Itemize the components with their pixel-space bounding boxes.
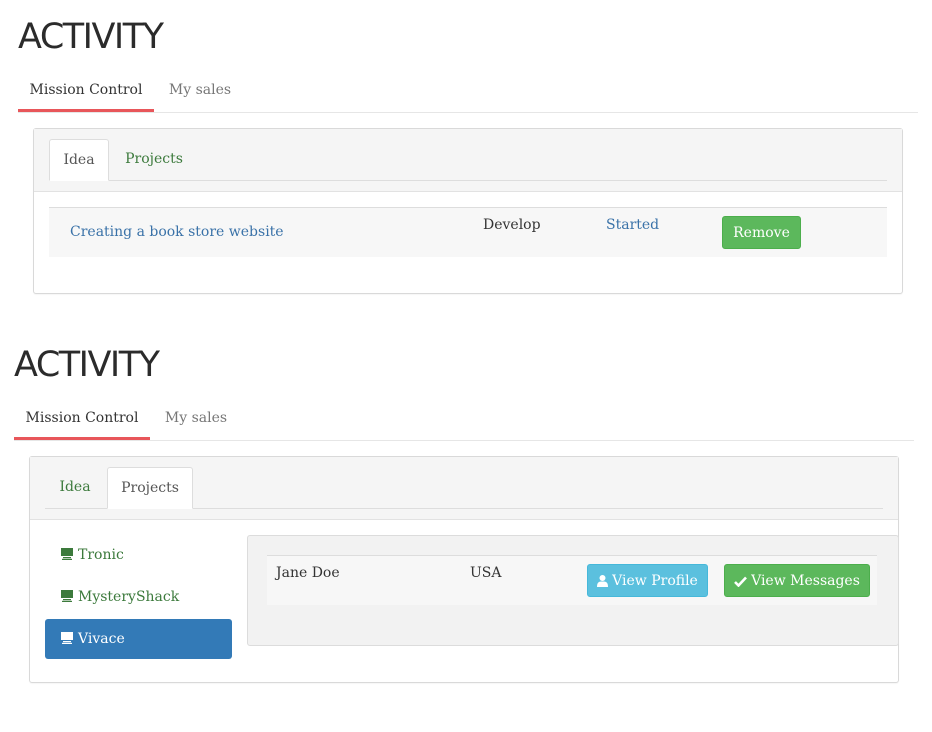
tab-mission-control[interactable]: Mission Control bbox=[14, 404, 150, 440]
table-row: Jane Doe USA View Profile View Messages bbox=[267, 555, 877, 605]
activity-panel: Idea Projects Creating a book store webs… bbox=[33, 128, 903, 294]
tab-idea[interactable]: Idea bbox=[49, 139, 109, 181]
top-tabs: Mission Control My sales bbox=[14, 404, 914, 441]
project-detail-well: Jane Doe USA View Profile View Messages bbox=[247, 535, 899, 646]
activity-panel: Idea Projects Tronic MysteryShack Vivace… bbox=[29, 456, 899, 683]
inner-tabs: Idea Projects bbox=[49, 139, 887, 181]
monitor-icon bbox=[61, 632, 73, 644]
view-profile-label: View Profile bbox=[612, 573, 698, 589]
member-country: USA bbox=[470, 565, 502, 581]
tab-my-sales[interactable]: My sales bbox=[154, 404, 238, 439]
remove-button[interactable]: Remove bbox=[722, 216, 801, 249]
project-label: MysteryShack bbox=[78, 589, 180, 605]
project-item-mysteryshack[interactable]: MysteryShack bbox=[45, 577, 232, 617]
table-row: Creating a book store website Develop St… bbox=[49, 207, 887, 257]
project-label: Vivace bbox=[78, 631, 125, 647]
view-messages-label: View Messages bbox=[751, 573, 860, 589]
panel-heading: Idea Projects bbox=[30, 457, 898, 520]
check-icon bbox=[734, 576, 748, 587]
activity-section-1: ACTIVITY Mission Control My sales Idea P… bbox=[0, 0, 932, 300]
tab-idea[interactable]: Idea bbox=[45, 467, 105, 508]
idea-type: Develop bbox=[483, 217, 541, 233]
view-profile-button[interactable]: View Profile bbox=[587, 564, 708, 597]
tab-mission-control[interactable]: Mission Control bbox=[18, 76, 154, 112]
project-item-vivace[interactable]: Vivace bbox=[45, 619, 232, 659]
inner-tabs: Idea Projects bbox=[45, 467, 883, 509]
monitor-icon bbox=[61, 590, 73, 602]
project-label: Tronic bbox=[78, 547, 124, 563]
idea-name-link[interactable]: Creating a book store website bbox=[70, 224, 284, 240]
page-title: ACTIVITY bbox=[14, 345, 160, 385]
top-tabs: Mission Control My sales bbox=[18, 76, 918, 113]
tab-my-sales[interactable]: My sales bbox=[158, 76, 242, 111]
monitor-icon bbox=[61, 548, 73, 560]
activity-section-2: ACTIVITY Mission Control My sales Idea P… bbox=[0, 328, 932, 732]
tab-projects[interactable]: Projects bbox=[107, 467, 193, 509]
view-messages-button[interactable]: View Messages bbox=[724, 564, 870, 597]
panel-heading: Idea Projects bbox=[34, 129, 902, 192]
tab-projects[interactable]: Projects bbox=[111, 139, 197, 180]
project-item-tronic[interactable]: Tronic bbox=[45, 535, 232, 575]
idea-status: Started bbox=[606, 217, 660, 233]
page-title: ACTIVITY bbox=[18, 17, 164, 57]
user-icon bbox=[597, 575, 609, 587]
member-name: Jane Doe bbox=[276, 565, 340, 581]
